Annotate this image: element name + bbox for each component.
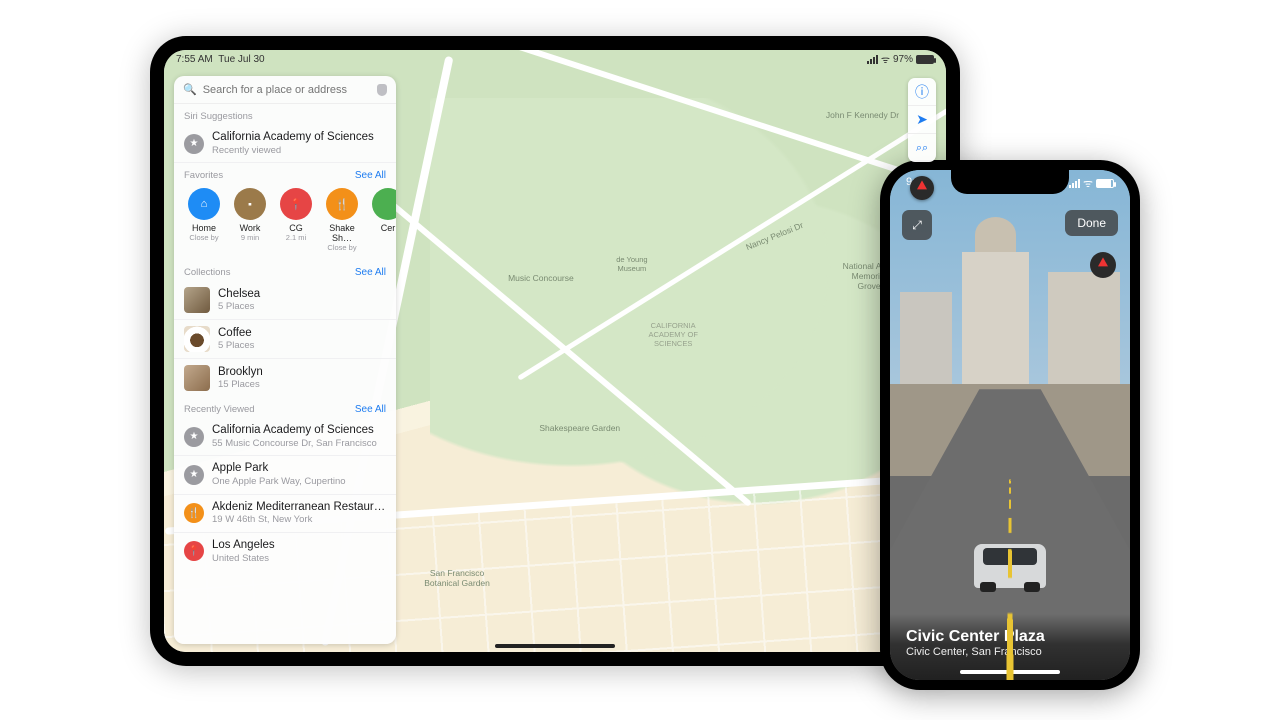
favorite-icon: 📍 <box>280 188 312 220</box>
favorite-icon: ⌂ <box>188 188 220 220</box>
cell-signal-icon <box>867 55 878 64</box>
collection-thumb <box>184 326 210 352</box>
map-label-botanical: San Francisco Botanical Garden <box>422 568 492 588</box>
recent-row[interactable]: California Academy of Sciences 55 Music … <box>174 418 396 456</box>
map-lookaround-button[interactable]: ⌕⌕ <box>908 134 936 162</box>
favorites-seeall[interactable]: See All <box>355 170 386 181</box>
recent-sub: 55 Music Concourse Dr, San Francisco <box>212 438 377 449</box>
recent-sub: 19 W 46th St, New York <box>212 514 385 525</box>
map-controls: ⓘ ➤ ⌕⌕ <box>908 78 936 162</box>
battery-pct: 97% <box>893 54 913 65</box>
favorite-name: Work <box>230 223 270 233</box>
collection-row[interactable]: Chelsea 5 Places <box>174 281 396 320</box>
recent-row[interactable]: Apple Park One Apple Park Way, Cupertino <box>174 456 396 494</box>
favorite-icon <box>372 188 396 220</box>
map-info-button[interactable]: ⓘ <box>908 78 936 106</box>
recent-title: Los Angeles <box>212 539 275 553</box>
star-icon <box>184 134 204 154</box>
search-panel: 🔍 Siri Suggestions California Academy of… <box>174 76 396 644</box>
iphone-screen: 9:04 ᯤ ⤢ Done Civic Center Plaza Civic C… <box>890 170 1130 680</box>
iphone-device: 9:04 ᯤ ⤢ Done Civic Center Plaza Civic C… <box>880 160 1140 690</box>
collection-sub: 15 Places <box>218 379 263 390</box>
recent-label: Recently Viewed <box>184 404 255 415</box>
collection-thumb <box>184 365 210 391</box>
recent-row[interactable]: 🍴 Akdeniz Mediterranean Restaur… 19 W 46… <box>174 495 396 533</box>
cell-signal-icon <box>1069 179 1080 188</box>
battery-icon <box>1096 179 1114 188</box>
caption-sub: Civic Center, San Francisco <box>906 646 1114 658</box>
siri-item-title: California Academy of Sciences <box>212 131 374 145</box>
ipad-screen: John F Kennedy Dr Nancy Pelosi Dr Music … <box>164 50 946 652</box>
favorite-sub: 2.1 mi <box>276 233 316 242</box>
map-label-nancy: Nancy Pelosi Dr <box>745 220 805 252</box>
wifi-icon: ᯤ <box>881 52 890 66</box>
collection-title: Brooklyn <box>218 366 263 380</box>
map-label-museum: de Young Museum <box>602 255 662 273</box>
favorite-name: Cer <box>368 223 396 233</box>
search-field[interactable]: 🔍 <box>174 76 396 104</box>
siri-suggestion-row[interactable]: California Academy of Sciences Recently … <box>174 125 396 163</box>
map-label-shakes: Shakespeare Garden <box>539 423 620 433</box>
compass-icon[interactable] <box>910 176 934 200</box>
home-indicator[interactable] <box>960 670 1060 674</box>
collection-title: Coffee <box>218 327 254 341</box>
recent-title: Apple Park <box>212 462 346 476</box>
favorite-name: Home <box>184 223 224 233</box>
recent-sub: United States <box>212 553 275 564</box>
search-input[interactable] <box>203 84 371 96</box>
ipad-device: John F Kennedy Dr Nancy Pelosi Dr Music … <box>150 36 960 666</box>
siri-section-label: Siri Suggestions <box>174 104 396 125</box>
status-date: Tue Jul 30 <box>218 54 264 65</box>
favorite-sub: 9 min <box>230 233 270 242</box>
recent-title: Akdeniz Mediterranean Restaur… <box>212 501 385 515</box>
mic-icon[interactable] <box>377 84 387 96</box>
recent-row[interactable]: 📍 Los Angeles United States <box>174 533 396 570</box>
lookaround-view[interactable] <box>890 170 1130 680</box>
favorite-item[interactable]: 🍴 Shake Sh… Close by <box>322 188 362 252</box>
status-time: 7:55 AM <box>176 54 213 65</box>
favorite-sub: Close by <box>322 243 362 252</box>
recent-icon <box>184 465 204 485</box>
wifi-icon: ᯤ <box>1083 176 1093 191</box>
favorite-name: Shake Sh… <box>322 223 362 243</box>
favorite-icon: 🍴 <box>326 188 358 220</box>
map-label-jfk: John F Kennedy Dr <box>826 110 899 120</box>
done-button[interactable]: Done <box>1065 210 1118 236</box>
recent-icon: 📍 <box>184 541 204 561</box>
compass-icon[interactable] <box>1090 252 1116 278</box>
collection-title: Chelsea <box>218 288 260 302</box>
map-label-academy: CALIFORNIA ACADEMY OF SCIENCES <box>633 321 713 348</box>
siri-item-sub: Recently viewed <box>212 145 374 156</box>
collection-sub: 5 Places <box>218 340 254 351</box>
favorite-item[interactable]: 🞍 Work 9 min <box>230 188 270 252</box>
collapse-button[interactable]: ⤢ <box>902 210 932 240</box>
recent-icon <box>184 427 204 447</box>
battery-icon <box>916 55 934 64</box>
collections-seeall[interactable]: See All <box>355 267 386 278</box>
collection-sub: 5 Places <box>218 301 260 312</box>
collection-thumb <box>184 287 210 313</box>
favorites-row: ⌂ Home Close by 🞍 Work 9 min 📍 CG 2.1 mi… <box>174 184 396 260</box>
caption-title: Civic Center Plaza <box>906 628 1114 646</box>
favorite-item[interactable]: ⌂ Home Close by <box>184 188 224 252</box>
favorite-icon: 🞍 <box>234 188 266 220</box>
favorite-item[interactable]: Cer <box>368 188 396 252</box>
map-label-concourse: Music Concourse <box>508 273 574 283</box>
ipad-status-bar: 7:55 AM Tue Jul 30 ᯤ 97% <box>164 50 946 68</box>
favorite-sub: Close by <box>184 233 224 242</box>
collections-label: Collections <box>184 267 230 278</box>
recent-title: California Academy of Sciences <box>212 424 377 438</box>
collection-row[interactable]: Coffee 5 Places <box>174 320 396 359</box>
map-locate-button[interactable]: ➤ <box>908 106 936 134</box>
search-icon: 🔍 <box>183 83 197 96</box>
recent-icon: 🍴 <box>184 503 204 523</box>
home-indicator[interactable] <box>495 644 615 648</box>
favorite-item[interactable]: 📍 CG 2.1 mi <box>276 188 316 252</box>
collection-row[interactable]: Brooklyn 15 Places <box>174 359 396 397</box>
favorites-label: Favorites <box>184 170 223 181</box>
recent-seeall[interactable]: See All <box>355 404 386 415</box>
recent-sub: One Apple Park Way, Cupertino <box>212 476 346 487</box>
favorite-name: CG <box>276 223 316 233</box>
